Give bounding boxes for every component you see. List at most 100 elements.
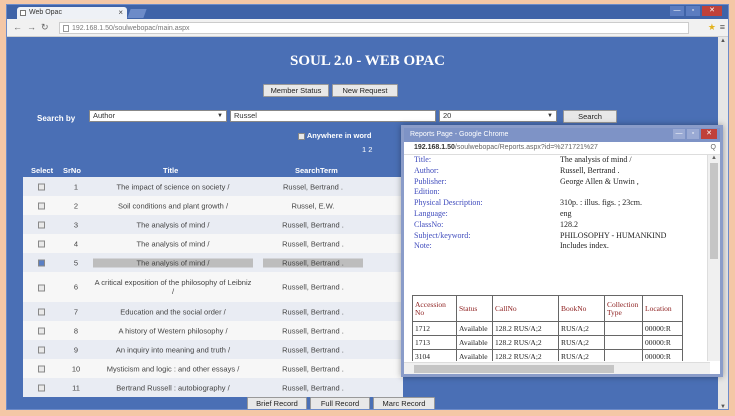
row-title-link[interactable]: An inquiry into meaning and truth / (93, 345, 253, 354)
scroll-thumb[interactable] (414, 365, 614, 373)
member-status-button[interactable]: Member Status (263, 84, 329, 97)
row-select-checkbox[interactable] (38, 345, 45, 354)
anywhere-checkbox[interactable] (298, 132, 305, 140)
table-row[interactable]: 4 The analysis of mind / Russell, Bertrand… (23, 234, 403, 253)
search-field-select[interactable]: Author ▼ (89, 110, 227, 122)
maximize-button[interactable]: ▫ (686, 6, 700, 16)
row-select-checkbox[interactable] (38, 364, 45, 373)
page-size-select[interactable]: 20 ▼ (439, 110, 557, 122)
checkbox-icon[interactable] (38, 346, 45, 354)
pagination-links[interactable]: 1 2 (362, 145, 372, 154)
browser-window: Web Opac × — ▫ ✕ ← → ↻ 192.168.1.50/soul… (6, 4, 729, 410)
url-field[interactable]: 192.168.1.50/soulwebopac/main.aspx (59, 22, 689, 34)
table-row[interactable]: 5 The analysis of mind / Russell, Bertrand… (23, 253, 403, 272)
copies-cell: RUS/A;2 (558, 321, 605, 336)
tab-close-icon[interactable]: × (118, 7, 123, 19)
row-select-checkbox[interactable] (38, 283, 45, 292)
row-select-checkbox[interactable] (38, 307, 45, 316)
row-title-link[interactable]: The impact of science on society / (93, 182, 253, 191)
row-search-term: Russell, Bertrand . (263, 258, 363, 267)
checkbox-icon[interactable] (38, 202, 45, 210)
popup-close-button[interactable]: ✕ (701, 129, 717, 139)
close-window-button[interactable]: ✕ (702, 6, 722, 16)
checkbox-icon[interactable] (38, 259, 45, 267)
row-title-link[interactable]: A critical exposition of the philosophy … (93, 278, 253, 296)
checkbox-icon[interactable] (38, 284, 45, 292)
minimize-button[interactable]: — (670, 6, 684, 16)
scroll-thumb[interactable] (710, 163, 718, 259)
detail-row: Edition: (414, 187, 710, 198)
table-row[interactable]: 6 A critical exposition of the philosophy… (23, 272, 403, 302)
reload-icon[interactable]: ↻ (41, 22, 49, 33)
table-row[interactable]: 3 The analysis of mind / Russell, Bertrand… (23, 215, 403, 234)
new-request-button[interactable]: New Request (332, 84, 398, 97)
row-title-link[interactable]: Mysticism and logic : and other essays / (93, 364, 253, 373)
search-input[interactable]: Russel (230, 110, 436, 122)
marc-record-button[interactable]: Marc Record (373, 397, 435, 409)
browser-menu-icon[interactable]: ≡ (720, 22, 725, 32)
row-title-link[interactable]: The analysis of mind / (93, 258, 253, 267)
detail-label: Title: (414, 155, 432, 164)
reports-popup-window: Reports Page - Google Chrome — ▫ ✕ 192.1… (401, 125, 723, 377)
bookmark-star-icon[interactable]: ★ (708, 22, 716, 33)
row-select-checkbox[interactable] (38, 383, 45, 392)
popup-minimize-button[interactable]: — (673, 129, 685, 139)
row-title-link[interactable]: Soil conditions and plant growth / (93, 201, 253, 210)
checkbox-icon[interactable] (38, 308, 45, 316)
popup-titlebar[interactable]: Reports Page - Google Chrome — ▫ ✕ (404, 128, 720, 142)
brief-record-button[interactable]: Brief Record (247, 397, 307, 409)
browser-tab[interactable]: Web Opac × (17, 7, 127, 19)
scroll-down-arrow-icon[interactable]: ▼ (720, 404, 726, 409)
row-select-checkbox[interactable] (38, 182, 45, 191)
table-row[interactable]: 11 Bertrand Russell : autobiography / Russ… (23, 378, 403, 397)
row-title-link[interactable]: Bertrand Russell : autobiography / (93, 383, 253, 392)
checkbox-icon[interactable] (38, 221, 45, 229)
row-search-term: Russell, Bertrand . (282, 326, 344, 335)
table-row[interactable]: 1 The impact of science on society / Russe… (23, 177, 403, 196)
row-select-checkbox[interactable] (38, 201, 45, 210)
new-tab-button[interactable] (127, 9, 147, 18)
back-arrow-icon[interactable]: ← (13, 22, 22, 32)
detail-value: George Allen & Unwin , (560, 176, 639, 186)
detail-label: Publisher: (414, 176, 447, 186)
table-row[interactable]: 2 Soil conditions and plant growth / Russe… (23, 196, 403, 215)
copies-cell: 00000:R (642, 321, 683, 336)
popup-maximize-button[interactable]: ▫ (687, 129, 699, 139)
popup-horizontal-scrollbar[interactable] (404, 362, 710, 374)
anywhere-option: Anywhere in word (298, 131, 371, 140)
row-title-link[interactable]: A history of Western philosophy / (93, 326, 253, 335)
table-row[interactable]: 8 A history of Western philosophy / Russel… (23, 321, 403, 340)
checkbox-icon[interactable] (38, 384, 45, 392)
scroll-up-arrow-icon[interactable]: ▲ (711, 155, 717, 161)
row-select-checkbox[interactable] (38, 326, 45, 335)
detail-label: ClassNo: (414, 219, 444, 229)
detail-row: ClassNo: 128.2 (414, 220, 710, 231)
popup-vertical-scrollbar[interactable]: ▲ (707, 155, 720, 361)
forward-arrow-icon[interactable]: → (27, 22, 36, 32)
row-srno: 10 (71, 364, 81, 373)
row-srno: 6 (73, 282, 79, 292)
checkbox-icon[interactable] (38, 183, 45, 191)
checkbox-icon[interactable] (38, 327, 45, 335)
title-column-header: Title (163, 166, 179, 175)
record-details: Title: The analysis of mind / Author: Russe… (414, 155, 710, 252)
popup-title: Reports Page - Google Chrome (410, 131, 509, 138)
copies-column-header: Collection Type (604, 295, 643, 322)
table-row[interactable]: 9 An inquiry into meaning and truth / Russ… (23, 340, 403, 359)
table-row[interactable]: 7 Education and the social order / Russell… (23, 302, 403, 321)
row-title-link[interactable]: Education and the social order / (93, 307, 253, 316)
checkbox-icon[interactable] (38, 240, 45, 248)
checkbox-icon[interactable] (38, 365, 45, 373)
row-title-link[interactable]: The analysis of mind / (93, 220, 253, 229)
scroll-up-arrow-icon[interactable]: ▲ (720, 38, 726, 44)
detail-row: Publisher: George Allen & Unwin , (414, 177, 710, 188)
row-select-checkbox[interactable] (38, 258, 45, 267)
search-button[interactable]: Search (563, 110, 617, 123)
row-select-checkbox[interactable] (38, 220, 45, 229)
row-title-link[interactable]: The analysis of mind / (93, 239, 253, 248)
row-select-checkbox[interactable] (38, 239, 45, 248)
zoom-icon[interactable]: Q (711, 142, 716, 154)
full-record-button[interactable]: Full Record (310, 397, 370, 409)
popup-url-bar[interactable]: 192.168.1.50/soulwebopac/Reports.aspx?id… (404, 142, 720, 155)
table-row[interactable]: 10 Mysticism and logic : and other essays… (23, 359, 403, 378)
